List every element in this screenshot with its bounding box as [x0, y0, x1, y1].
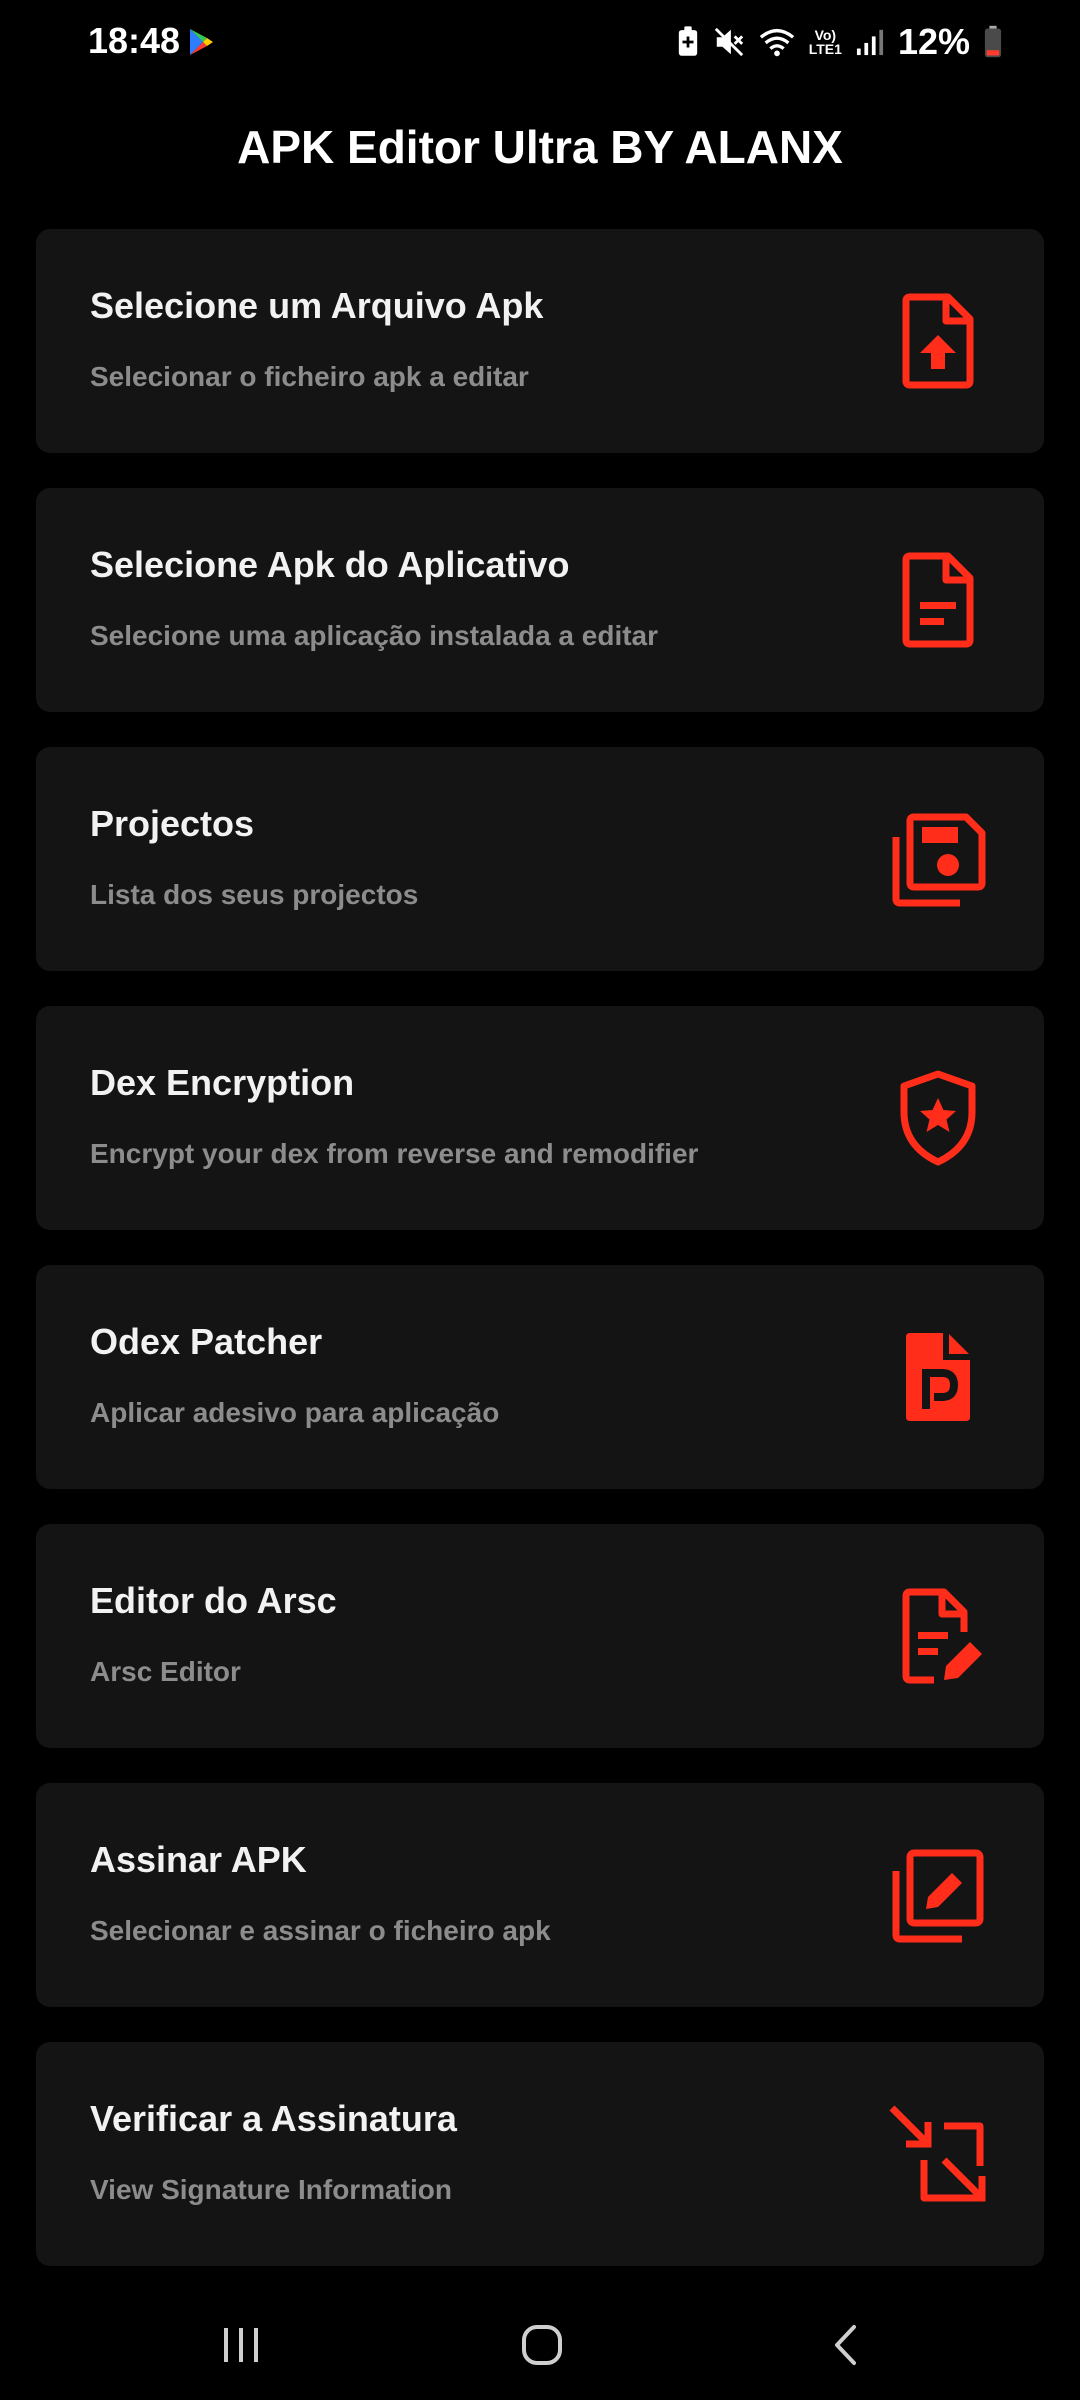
- menu-item-select-apk-file[interactable]: Selecione um Arquivo Apk Selecionar o fi…: [36, 229, 1044, 453]
- menu-item-subtitle: Lista dos seus projectos: [90, 879, 419, 910]
- play-store-icon: [188, 28, 214, 56]
- system-nav-bar: [0, 2290, 1080, 2400]
- menu-item-subtitle: Selecione uma aplicação instalada a edit…: [90, 620, 659, 651]
- document-icon: [888, 550, 988, 650]
- screen: 18:48 Vo) LTE1 12% APK Editor Ultra BY A…: [0, 0, 1080, 2400]
- volte-line2: LTE1: [808, 41, 842, 57]
- signal-icon: [856, 27, 884, 57]
- battery-icon: [984, 25, 1002, 59]
- save-projects-icon: [888, 809, 988, 909]
- file-p-icon: [888, 1327, 988, 1427]
- menu-item-subtitle: Selecionar e assinar o ficheiro apk: [90, 1915, 551, 1946]
- file-edit-icon: [888, 1586, 988, 1686]
- menu-item-verify-signature[interactable]: Verificar a Assinatura View Signature In…: [36, 2042, 1044, 2266]
- menu-item-sign-apk[interactable]: Assinar APK Selecionar e assinar o fiche…: [36, 1783, 1044, 2007]
- volte-line1: Vo): [814, 27, 837, 43]
- menu-item-title: Projectos: [90, 803, 255, 844]
- page-title: APK Editor Ultra BY ALANX: [237, 121, 843, 173]
- menu-item-title: Assinar APK: [90, 1839, 307, 1880]
- arrows-diagonal-icon: [888, 2104, 988, 2204]
- menu-item-title: Verificar a Assinatura: [90, 2098, 457, 2139]
- shield-star-icon: [888, 1068, 988, 1168]
- recent-apps-icon[interactable]: [206, 2310, 276, 2380]
- file-upload-icon: [888, 291, 988, 391]
- menu-item-odex-patcher[interactable]: Odex Patcher Aplicar adesivo para aplica…: [36, 1265, 1044, 1489]
- menu-list: Selecione um Arquivo Apk Selecionar o fi…: [36, 229, 1044, 2301]
- menu-item-select-app-apk[interactable]: Selecione Apk do Aplicativo Selecione um…: [36, 488, 1044, 712]
- mute-icon: [713, 26, 745, 58]
- menu-item-title: Selecione Apk do Aplicativo: [90, 544, 570, 585]
- menu-item-title: Selecione um Arquivo Apk: [90, 285, 544, 326]
- menu-item-arsc-editor[interactable]: Editor do Arsc Arsc Editor: [36, 1524, 1044, 1748]
- battery-saver-icon: [677, 26, 699, 58]
- home-icon[interactable]: [507, 2310, 577, 2380]
- menu-item-subtitle: Arsc Editor: [90, 1656, 241, 1687]
- menu-item-title: Editor do Arsc: [90, 1580, 337, 1621]
- status-bar: 18:48 Vo) LTE1 12%: [0, 0, 1080, 84]
- battery-percent: 12%: [897, 21, 970, 62]
- menu-item-projects[interactable]: Projectos Lista dos seus projectos: [36, 747, 1044, 971]
- menu-item-subtitle: Encrypt your dex from reverse and remodi…: [90, 1138, 699, 1169]
- wifi-icon: [759, 27, 795, 57]
- menu-item-subtitle: Selecionar o ficheiro apk a editar: [90, 361, 529, 392]
- back-icon[interactable]: [810, 2310, 880, 2380]
- menu-item-subtitle: View Signature Information: [90, 2174, 452, 2205]
- menu-item-title: Dex Encryption: [90, 1062, 355, 1103]
- status-icons: Vo) LTE1 12%: [677, 18, 1002, 66]
- volte-icon: Vo) LTE1: [809, 28, 842, 56]
- menu-item-dex-encryption[interactable]: Dex Encryption Encrypt your dex from rev…: [36, 1006, 1044, 1230]
- status-time: 18:48: [88, 20, 181, 61]
- sign-edit-icon: [888, 1845, 988, 1945]
- menu-item-title: Odex Patcher: [90, 1321, 323, 1362]
- menu-item-subtitle: Aplicar adesivo para aplicação: [90, 1397, 500, 1428]
